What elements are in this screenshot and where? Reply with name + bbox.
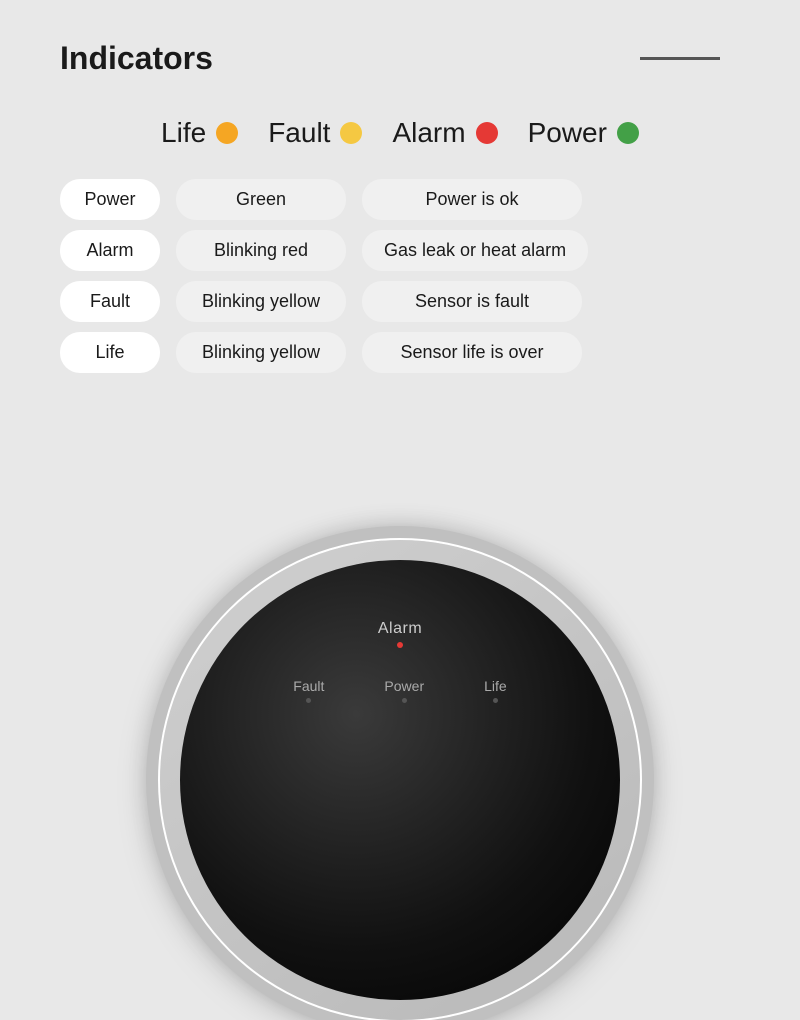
device-alarm-dot [397, 642, 403, 648]
page-title: Indicators [60, 40, 213, 77]
page-container: Indicators Life Fault Alarm Power Power … [0, 0, 800, 800]
indicator-table: Power Green Power is ok Alarm Blinking r… [0, 179, 800, 373]
device-alarm-label: Alarm [378, 620, 422, 638]
legend-item-fault: Fault [268, 117, 362, 149]
device-life-dot [493, 698, 498, 703]
dot-life [216, 122, 238, 144]
device-indicator-fault: Fault [293, 678, 324, 703]
legend-label-alarm: Alarm [392, 117, 465, 149]
device-power-label: Power [384, 678, 424, 694]
device-section: Alarm Fault Power Life [140, 500, 660, 880]
table-row: Power Green Power is ok [60, 179, 740, 220]
device-power-dot [402, 698, 407, 703]
legend-label-power: Power [528, 117, 607, 149]
device-fault-label: Fault [293, 678, 324, 694]
legend-item-power: Power [528, 117, 639, 149]
device-life-label: Life [484, 678, 507, 694]
legend-item-alarm: Alarm [392, 117, 497, 149]
legend-label-fault: Fault [268, 117, 330, 149]
table-row: Fault Blinking yellow Sensor is fault [60, 281, 740, 322]
legend-item-life: Life [161, 117, 238, 149]
table-row: Alarm Blinking red Gas leak or heat alar… [60, 230, 740, 271]
table-cell-col2-row1: Green [176, 179, 346, 220]
device-fault-dot [306, 698, 311, 703]
table-cell-col3-row3: Sensor is fault [362, 281, 582, 322]
device-bottom-labels: Fault Power Life [293, 678, 506, 703]
legend-section: Life Fault Alarm Power [0, 117, 800, 149]
table-cell-col2-row2: Blinking red [176, 230, 346, 271]
table-cell-col1-row4: Life [60, 332, 160, 373]
table-row: Life Blinking yellow Sensor life is over [60, 332, 740, 373]
table-cell-col2-row3: Blinking yellow [176, 281, 346, 322]
table-cell-col3-row4: Sensor life is over [362, 332, 582, 373]
dot-alarm [476, 122, 498, 144]
device-indicator-power: Power [384, 678, 424, 703]
device-indicator-life: Life [484, 678, 507, 703]
header-decorative-line [640, 57, 720, 60]
header-section: Indicators [0, 0, 800, 97]
table-cell-col1-row1: Power [60, 179, 160, 220]
table-cell-col3-row1: Power is ok [362, 179, 582, 220]
table-cell-col3-row2: Gas leak or heat alarm [362, 230, 588, 271]
dot-power [617, 122, 639, 144]
table-cell-col1-row2: Alarm [60, 230, 160, 271]
dot-fault [340, 122, 362, 144]
device-outer-ring: Alarm Fault Power Life [160, 540, 640, 1020]
legend-label-life: Life [161, 117, 206, 149]
table-cell-col1-row3: Fault [60, 281, 160, 322]
device-inner-face: Alarm Fault Power Life [180, 560, 620, 1000]
table-cell-col2-row4: Blinking yellow [176, 332, 346, 373]
